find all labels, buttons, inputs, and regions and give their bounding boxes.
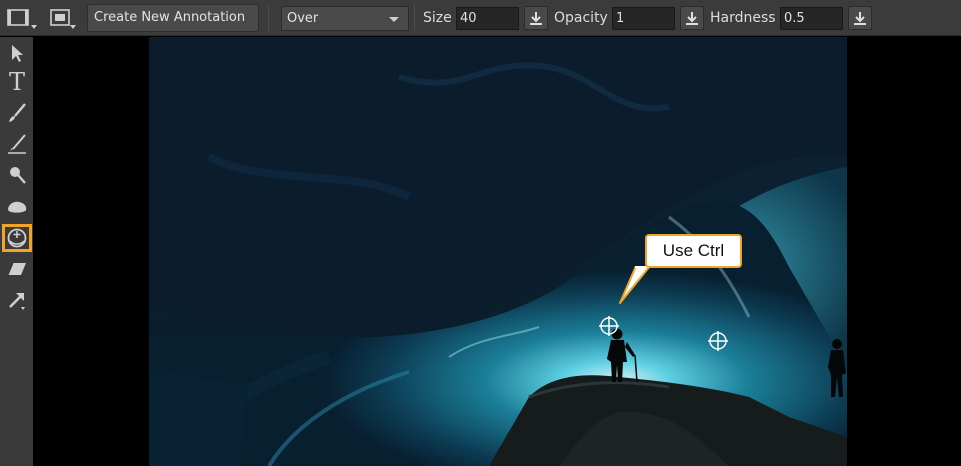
ice-cave-photo xyxy=(149,37,847,466)
crosshair-cursor-icon xyxy=(597,314,621,342)
paint-brush-icon xyxy=(9,103,26,122)
pen-line-icon xyxy=(8,134,26,154)
dodge-tool-button[interactable] xyxy=(2,224,32,252)
toolbar-separator xyxy=(268,4,269,32)
hardness-label: Hardness xyxy=(710,10,776,26)
tip-callout: Use Ctrl xyxy=(645,234,742,268)
dodge-burn-icon xyxy=(7,228,27,248)
size-label: Size xyxy=(423,10,452,26)
download-icon xyxy=(530,12,542,25)
smudge-icon xyxy=(10,167,26,184)
select-tool-button[interactable] xyxy=(2,39,32,67)
callout-pointer xyxy=(618,264,658,310)
size-input[interactable]: 40 xyxy=(456,7,519,30)
opacity-download-button[interactable] xyxy=(680,6,704,30)
eraser-tool-button[interactable] xyxy=(2,255,32,283)
pen-tool-button[interactable] xyxy=(2,130,32,158)
blob-shape-icon xyxy=(8,201,27,213)
top-toolbar: Create New Annotation Over Size 40 Opaci… xyxy=(0,0,961,36)
hardness-download-button[interactable] xyxy=(848,6,872,30)
download-icon xyxy=(686,12,698,25)
shape-tool-button[interactable] xyxy=(2,192,32,220)
text-tool-button[interactable]: T xyxy=(2,68,32,96)
eraser-icon xyxy=(7,262,26,276)
tool-palette: T xyxy=(0,37,33,466)
crosshair-cursor-icon xyxy=(706,329,730,357)
viewer-canvas[interactable]: Use Ctrl xyxy=(33,37,961,466)
opacity-label: Opacity xyxy=(554,10,608,26)
diagonal-arrow-icon xyxy=(9,293,25,310)
hardness-input[interactable]: 0.5 xyxy=(780,7,843,30)
transform-tool-button[interactable] xyxy=(2,286,32,314)
create-new-annotation-button[interactable]: Create New Annotation xyxy=(87,4,259,32)
film-frame-icon[interactable] xyxy=(6,6,38,30)
region-select-icon[interactable] xyxy=(48,6,80,30)
paint-brush-tool-button[interactable] xyxy=(2,99,32,127)
text-tool-glyph: T xyxy=(8,68,25,96)
download-icon xyxy=(854,12,866,25)
blur-tool-button[interactable] xyxy=(2,161,32,189)
chevron-down-icon xyxy=(389,17,399,22)
arrow-pointer-icon xyxy=(12,45,23,62)
opacity-input[interactable]: 1 xyxy=(612,7,675,30)
blend-mode-value: Over xyxy=(287,11,319,26)
blend-mode-select[interactable]: Over xyxy=(281,6,409,31)
size-download-button[interactable] xyxy=(524,6,548,30)
toolbar-separator xyxy=(414,4,415,32)
